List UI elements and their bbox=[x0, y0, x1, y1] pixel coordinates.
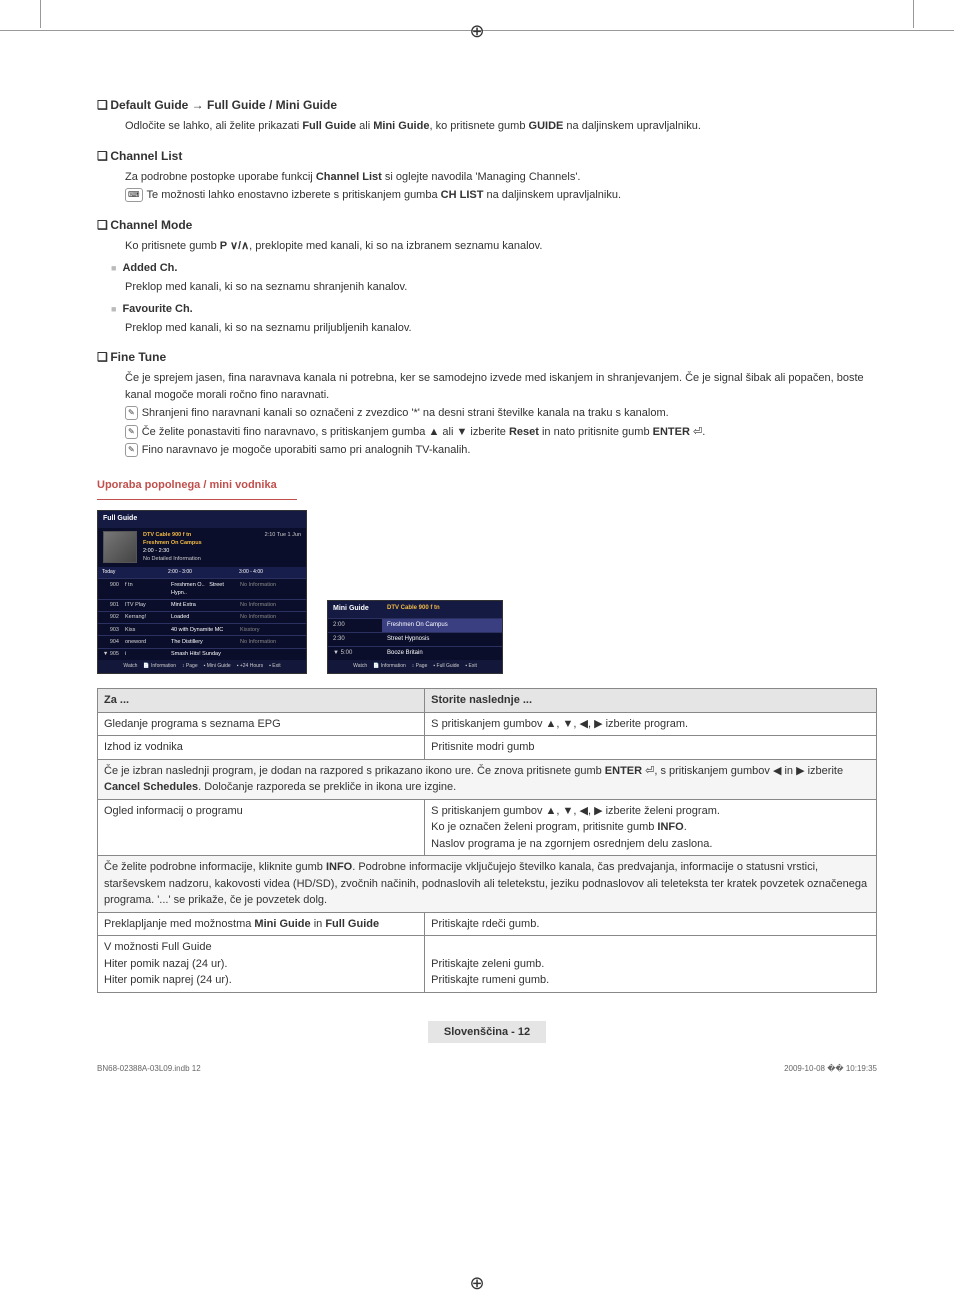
guide-heading: Uporaba popolnega / mini vodnika bbox=[97, 477, 877, 494]
table-cell: V možnosti Full Guide Hiter pomik nazaj … bbox=[98, 936, 425, 993]
fine-tune-note3: Fino naravnavo je mogoče uporabiti samo … bbox=[142, 444, 471, 456]
table-cell: Pritiskajte zeleni gumb. Pritiskajte rum… bbox=[425, 936, 877, 993]
mg-footer-full: ▪ Full Guide bbox=[433, 663, 459, 671]
fg-footer-hours: ▪ +24 Hours bbox=[237, 663, 263, 671]
table-cell: Ogled informacij o programu bbox=[98, 799, 425, 856]
grey-box-icon: ■ bbox=[111, 263, 116, 273]
mg-row: 2:30Street Hypnosis bbox=[328, 632, 502, 646]
print-footer: BN68-02388A-03L09.indb 12 2009-10-08 �� … bbox=[97, 1063, 877, 1075]
fg-row: 903Kiss40 with Dynamite MCKisstory bbox=[98, 623, 306, 635]
fg-row: 904onewordThe DistilleryNo Information bbox=[98, 635, 306, 647]
fg-col-t2: 3:00 - 4:00 bbox=[235, 567, 306, 579]
page-footer: Slovenščina - 12 bbox=[97, 1021, 877, 1044]
mini-guide-title: Mini Guide bbox=[328, 601, 382, 618]
section-default-guide: ❑ Default Guide → Full Guide / Mini Guid… bbox=[97, 96, 877, 135]
fg-footer-mini: ▪ Mini Guide bbox=[204, 663, 231, 671]
table-cell: Gledanje programa s seznama EPG bbox=[98, 712, 425, 736]
fine-tune-note2: Če želite ponastaviti fino naravnavo, s … bbox=[142, 426, 706, 438]
table-cell: S pritiskanjem gumbov ▲, ▼, ◀, ▶ izberit… bbox=[425, 712, 877, 736]
mini-guide-preview: Mini Guide DTV Cable 900 f tn 2:00Freshm… bbox=[327, 600, 503, 674]
fav-ch-title: Favourite Ch. bbox=[122, 303, 192, 315]
added-ch-title: Added Ch. bbox=[122, 262, 177, 274]
channel-mode-title: Channel Mode bbox=[110, 218, 192, 232]
fg-row: 900f tnFreshmen O.. Street Hypn..No Info… bbox=[98, 578, 306, 599]
fg-footer: Watch 📄 Information ↕ Page ▪ Mini Guide … bbox=[98, 660, 306, 674]
fg-date: 2:10 Tue 1 Jun bbox=[265, 531, 301, 564]
registration-mark-bottom: ⊕ bbox=[469, 1270, 484, 1297]
fg-footer-info: 📄 Information bbox=[143, 663, 176, 671]
fg-row: 901ITV PlayMint ExtraNo Information bbox=[98, 599, 306, 611]
table-header-left: Za ... bbox=[98, 689, 425, 713]
instruction-table: Za ... Storite naslednje ... Gledanje pr… bbox=[97, 688, 877, 993]
note-icon: ✎ bbox=[125, 406, 138, 420]
guide-underline bbox=[97, 499, 297, 500]
table-merged-cell: Če je izbran naslednji program, je dodan… bbox=[98, 759, 877, 799]
mg-row: ▼ 5:00Booze Britain bbox=[328, 646, 502, 660]
fg-program: Freshmen On Campus bbox=[143, 539, 259, 547]
section-channel-list: ❑ Channel List Za podrobne postopke upor… bbox=[97, 147, 877, 204]
mg-channel: DTV Cable 900 f tn bbox=[382, 601, 502, 618]
fg-row: ▼ 905iSmash Hits! Sunday bbox=[98, 648, 306, 660]
fg-detail: No Detailed Information bbox=[143, 555, 259, 563]
note-icon: ✎ bbox=[125, 443, 138, 457]
table-merged-cell: Če želite podrobne informacije, kliknite… bbox=[98, 856, 877, 913]
default-guide-body: Odločite se lahko, ali želite prikazati … bbox=[125, 118, 877, 135]
fg-col-t1: 2:00 - 3:00 bbox=[164, 567, 235, 579]
table-header-right: Storite naslednje ... bbox=[425, 689, 877, 713]
channel-list-line1: Za podrobne postopke uporabe funkcij Cha… bbox=[125, 169, 877, 186]
added-ch-body: Preklop med kanali, ki so na seznamu shr… bbox=[125, 279, 877, 296]
table-cell: Preklapljanje med možnostma Mini Guide i… bbox=[98, 912, 425, 936]
grey-box-icon: ■ bbox=[111, 304, 116, 314]
remote-icon: ⌨ bbox=[125, 188, 143, 202]
mg-footer-info: 📄 Information bbox=[373, 663, 406, 671]
fg-col-today: Today bbox=[98, 567, 164, 579]
default-guide-title: Default Guide → Full Guide / Mini Guide bbox=[110, 98, 337, 112]
table-cell: Pritiskajte rdeči gumb. bbox=[425, 912, 877, 936]
fine-tune-body: Če je sprejem jasen, fina naravnava kana… bbox=[125, 370, 877, 403]
fg-footer-watch: Watch bbox=[123, 663, 137, 671]
print-footer-right: 2009-10-08 �� 10:19:35 bbox=[784, 1063, 877, 1075]
table-cell: Izhod iz vodnika bbox=[98, 736, 425, 760]
channel-list-title: Channel List bbox=[110, 149, 182, 163]
mg-footer-page: ↕ Page bbox=[412, 663, 428, 671]
note-icon: ✎ bbox=[125, 425, 138, 439]
channel-mode-body: Ko pritisnete gumb P ∨/∧, preklopite med… bbox=[125, 238, 877, 255]
mg-footer: Watch 📄 Information ↕ Page ▪ Full Guide … bbox=[328, 660, 502, 674]
table-cell: S pritiskanjem gumbov ▲, ▼, ◀, ▶ izberit… bbox=[425, 799, 877, 856]
full-guide-preview: Full Guide DTV Cable 900 f tn Freshmen O… bbox=[97, 510, 307, 674]
table-cell: Pritisnite modri gumb bbox=[425, 736, 877, 760]
fg-time: 2:00 - 2:30 bbox=[143, 547, 259, 555]
fg-footer-exit: ▪ Exit bbox=[269, 663, 281, 671]
section-channel-mode: ❑ Channel Mode Ko pritisnete gumb P ∨/∧,… bbox=[97, 216, 877, 337]
fine-tune-title: Fine Tune bbox=[110, 350, 166, 364]
fav-ch-body: Preklop med kanali, ki so na seznamu pri… bbox=[125, 320, 877, 337]
mg-row: 2:00Freshmen On Campus bbox=[328, 618, 502, 632]
channel-list-line2: Te možnosti lahko enostavno izberete s p… bbox=[147, 189, 621, 201]
full-guide-thumbnail bbox=[103, 531, 137, 563]
mg-footer-watch: Watch bbox=[353, 663, 367, 671]
fg-row: 902Kerrang!LoadedNo Information bbox=[98, 611, 306, 623]
full-guide-title: Full Guide bbox=[98, 511, 306, 528]
fine-tune-note1: Shranjeni fino naravnani kanali so označ… bbox=[142, 407, 669, 419]
print-footer-left: BN68-02388A-03L09.indb 12 bbox=[97, 1063, 201, 1075]
section-fine-tune: ❑ Fine Tune Če je sprejem jasen, fina na… bbox=[97, 348, 877, 459]
mg-footer-exit: ▪ Exit bbox=[465, 663, 477, 671]
fg-channel-header: DTV Cable 900 f tn bbox=[143, 531, 259, 539]
fg-footer-page: ↕ Page bbox=[182, 663, 198, 671]
